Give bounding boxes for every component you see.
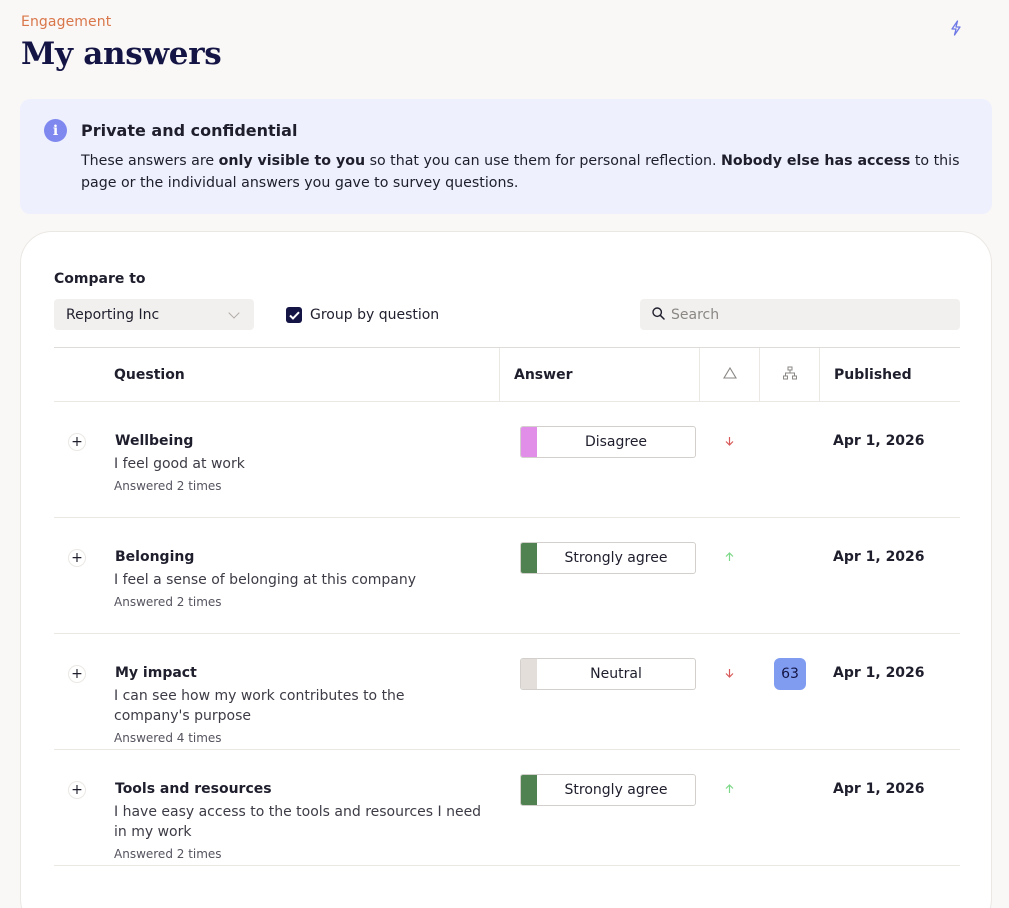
question-label: I feel good at work (114, 456, 245, 472)
page-header: Engagement My answers (21, 14, 988, 72)
answer-pill: Neutral (520, 658, 696, 690)
group-by-checkbox[interactable] (286, 307, 302, 323)
search-box (640, 299, 960, 330)
search-input[interactable] (671, 306, 941, 323)
published-date: Apr 1, 2026 (833, 433, 925, 449)
published-date: Apr 1, 2026 (833, 549, 925, 565)
column-answer[interactable]: Answer (499, 348, 699, 402)
compare-select[interactable]: Reporting Inc (54, 299, 254, 330)
notice-title: Private and confidential (81, 121, 298, 140)
published-date: Apr 1, 2026 (833, 781, 925, 797)
question-text: I feel a sense of belonging at this comp… (114, 570, 484, 612)
search-icon (652, 305, 665, 324)
answered-count: Answered 2 times (114, 847, 222, 861)
answered-count: Answered 4 times (114, 731, 222, 745)
answer-text: Strongly agree (564, 782, 668, 798)
table-row: + Belonging I feel a sense of belonging … (54, 518, 960, 634)
answer-text: Neutral (590, 666, 642, 682)
page-title: My answers (21, 36, 222, 72)
question-text: I feel good at work Answered 2 times (114, 454, 484, 496)
answer-swatch (521, 543, 537, 573)
column-benchmark[interactable] (759, 348, 819, 402)
answers-card: Compare to Reporting Inc Group by questi… (20, 231, 992, 908)
answer-swatch (521, 775, 537, 805)
question-category: My impact (115, 665, 197, 681)
group-by-label: Group by question (310, 307, 440, 323)
table-row: + Wellbeing I feel good at work Answered… (54, 402, 960, 518)
question-category: Tools and resources (115, 781, 272, 797)
expand-plus-icon[interactable]: + (68, 781, 86, 799)
privacy-notice: i Private and confidential These answers… (20, 99, 992, 214)
question-label: I feel a sense of belonging at this comp… (114, 572, 417, 588)
question-text: I can see how my work contributes to the… (114, 686, 484, 748)
table-row: + My impact I can see how my work contri… (54, 634, 960, 750)
notice-body: These answers are only visible to you so… (81, 153, 960, 191)
question-text: I have easy access to the tools and reso… (114, 802, 484, 864)
compare-label: Compare to (54, 271, 146, 287)
group-by-toggle[interactable]: Group by question (286, 307, 439, 323)
answered-count: Answered 2 times (114, 479, 222, 493)
trend-up-icon (721, 549, 737, 565)
answer-pill: Disagree (520, 426, 696, 458)
lightning-icon[interactable] (948, 20, 964, 36)
section-eyebrow: Engagement (21, 14, 112, 30)
column-question[interactable]: Question (114, 348, 185, 402)
trend-up-icon (721, 781, 737, 797)
trend-down-icon (721, 433, 737, 449)
answer-text: Disagree (584, 434, 648, 450)
column-trend[interactable] (699, 348, 759, 402)
trend-down-icon (721, 665, 737, 681)
answers-table: Question Answer Published + Wellbeing I … (54, 347, 960, 866)
chevron-down-icon (228, 306, 240, 319)
published-date: Apr 1, 2026 (833, 665, 925, 681)
answer-swatch (521, 659, 537, 689)
table-row: + Tools and resources I have easy access… (54, 750, 960, 866)
column-published[interactable]: Published (819, 348, 912, 402)
answer-text: Strongly agree (564, 550, 668, 566)
answer-pill: Strongly agree (520, 542, 696, 574)
answer-swatch (521, 427, 537, 457)
compare-value: Reporting Inc (66, 306, 160, 323)
question-label: I can see how my work contributes to the… (114, 688, 405, 724)
answer-pill: Strongly agree (520, 774, 696, 806)
question-label: I have easy access to the tools and reso… (114, 804, 482, 840)
question-category: Wellbeing (115, 433, 194, 449)
expand-plus-icon[interactable]: + (68, 549, 86, 567)
benchmark-badge[interactable]: 63 (774, 658, 806, 690)
answered-count: Answered 2 times (114, 595, 222, 609)
table-header: Question Answer Published (54, 347, 960, 402)
org-chart-icon (782, 366, 797, 384)
question-category: Belonging (115, 549, 195, 565)
expand-plus-icon[interactable]: + (68, 433, 86, 451)
expand-plus-icon[interactable]: + (68, 665, 86, 683)
triangle-icon (722, 366, 737, 383)
info-icon: i (44, 119, 67, 142)
